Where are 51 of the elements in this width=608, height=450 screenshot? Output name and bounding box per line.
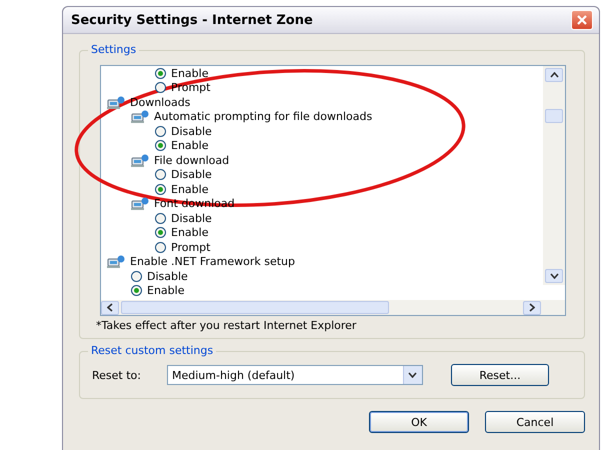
- radio-button[interactable]: [131, 270, 142, 282]
- computer-globe-icon: [131, 154, 149, 167]
- scroll-down-icon[interactable]: [550, 273, 558, 279]
- scroll-thumb[interactable]: [121, 301, 389, 314]
- radio-label[interactable]: Enable: [147, 284, 184, 298]
- setting-group-label: File download: [154, 154, 230, 167]
- group-legend: Reset custom settings: [88, 344, 216, 357]
- radio-label[interactable]: Disable: [171, 168, 212, 182]
- radio-button[interactable]: [155, 82, 166, 94]
- ok-button[interactable]: OK: [369, 411, 469, 433]
- radio-label[interactable]: Enable: [171, 66, 208, 80]
- radio-label[interactable]: Enable: [171, 226, 208, 240]
- radio-button[interactable]: [155, 227, 166, 238]
- horizontal-scrollbar[interactable]: [101, 300, 565, 315]
- reset-to-label: Reset to:: [92, 368, 141, 382]
- radio-label[interactable]: Prompt: [171, 240, 210, 254]
- restart-note: *Takes effect after you restart Internet Explorer: [96, 319, 358, 332]
- setting-group-label: Downloads: [130, 96, 190, 109]
- window-title: Security Settings - Internet Zone: [71, 12, 313, 28]
- radio-button[interactable]: [155, 68, 166, 79]
- cancel-button[interactable]: Cancel: [485, 411, 585, 433]
- radio-label[interactable]: Prompt: [171, 81, 210, 94]
- radio-label[interactable]: Disable: [171, 212, 212, 225]
- radio-label[interactable]: Disable: [171, 124, 212, 138]
- setting-group-label: Automatic prompting for file downloads: [154, 110, 372, 124]
- computer-globe-icon: [131, 110, 149, 124]
- close-button[interactable]: [571, 10, 593, 30]
- radio-button[interactable]: [155, 184, 166, 195]
- scroll-up-icon[interactable]: [550, 72, 558, 78]
- radio-button[interactable]: [155, 169, 166, 180]
- radio-label[interactable]: Enable: [171, 182, 208, 196]
- reset-level-dropdown[interactable]: Medium-high (default): [166, 365, 423, 385]
- radio-button[interactable]: [155, 242, 166, 253]
- computer-globe-icon: [131, 197, 149, 210]
- radio-label[interactable]: Enable: [171, 139, 208, 152]
- computer-globe-icon: [107, 255, 125, 268]
- radio-button[interactable]: [155, 140, 166, 152]
- scroll-right-icon[interactable]: [529, 303, 535, 312]
- radio-label[interactable]: Disable: [147, 270, 188, 283]
- radio-button[interactable]: [155, 126, 166, 137]
- scroll-thumb[interactable]: [545, 108, 563, 122]
- close-icon: [576, 14, 588, 26]
- dropdown-caret-icon[interactable]: [408, 372, 418, 378]
- radio-button[interactable]: [155, 212, 166, 224]
- group-legend: Settings: [88, 43, 140, 56]
- reset-button[interactable]: Reset...: [450, 364, 549, 386]
- computer-globe-icon: [107, 96, 125, 109]
- scroll-left-icon[interactable]: [107, 303, 113, 312]
- radio-button[interactable]: [131, 285, 142, 296]
- vertical-scrollbar[interactable]: [543, 66, 565, 285]
- setting-group-label: Enable .NET Framework setup: [130, 255, 296, 268]
